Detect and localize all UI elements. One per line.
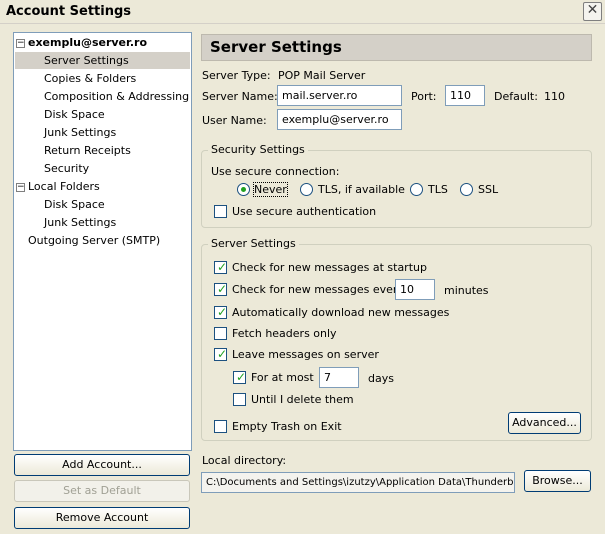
page-title: Server Settings — [201, 34, 592, 61]
default-value: 110 — [544, 90, 565, 103]
tree-item-junk-settings[interactable]: Junk Settings — [44, 124, 116, 141]
tree-item-security[interactable]: Security — [44, 160, 89, 177]
advanced-button[interactable]: Advanced... — [508, 412, 581, 434]
secure-connection-label: Use secure connection: — [211, 165, 340, 178]
default-label: Default: — [494, 90, 538, 103]
empty-trash-checkbox[interactable] — [214, 420, 227, 433]
empty-trash-label[interactable]: Empty Trash on Exit — [232, 420, 342, 433]
user-name-label: User Name: — [202, 114, 267, 127]
leave-on-server-label[interactable]: Leave messages on server — [232, 348, 379, 361]
check-every-label[interactable]: Check for new messages every — [232, 283, 404, 296]
account-tree[interactable]: − exemplu@server.ro Server Settings Copi… — [13, 32, 192, 451]
collapse-icon[interactable]: − — [16, 39, 25, 48]
set-default-button[interactable]: Set as Default — [14, 480, 190, 502]
security-settings-title: Security Settings — [208, 143, 308, 156]
auto-download-label[interactable]: Automatically download new messages — [232, 306, 449, 319]
server-settings-title: Server Settings — [208, 237, 299, 250]
radio-never[interactable] — [237, 183, 250, 196]
radio-tls-label[interactable]: TLS — [428, 183, 448, 196]
server-name-label: Server Name: — [202, 90, 278, 103]
tree-item-composition[interactable]: Composition & Addressing — [44, 88, 189, 105]
check-icon: ✓ — [217, 260, 228, 274]
remove-account-button[interactable]: Remove Account — [14, 507, 190, 529]
check-icon: ✓ — [217, 347, 228, 361]
for-at-most-checkbox[interactable]: ✓ — [233, 370, 247, 384]
port-label: Port: — [411, 90, 437, 103]
title-bar: Account Settings ✕ — [0, 0, 605, 24]
radio-ssl-label[interactable]: SSL — [478, 183, 498, 196]
radio-tls[interactable] — [410, 183, 423, 196]
local-directory-label: Local directory: — [202, 454, 287, 467]
tree-local-folders[interactable]: Local Folders — [28, 178, 100, 195]
check-icon: ✓ — [236, 370, 247, 384]
tree-account[interactable]: exemplu@server.ro — [28, 34, 147, 51]
secure-auth-label[interactable]: Use secure authentication — [232, 205, 376, 218]
radio-ssl[interactable] — [460, 183, 473, 196]
tree-outgoing-server[interactable]: Outgoing Server (SMTP) — [28, 232, 160, 249]
server-type-value: POP Mail Server — [278, 69, 366, 82]
secure-auth-checkbox[interactable] — [214, 205, 227, 218]
window-title: Account Settings — [6, 4, 132, 19]
tree-item-server-settings[interactable]: Server Settings — [44, 52, 129, 69]
close-icon: ✕ — [586, 2, 599, 18]
browse-button[interactable]: Browse... — [524, 470, 591, 492]
tree-item-local-disk-space[interactable]: Disk Space — [44, 196, 105, 213]
check-every-checkbox[interactable]: ✓ — [214, 282, 228, 296]
check-startup-label[interactable]: Check for new messages at startup — [232, 261, 427, 274]
for-at-most-input[interactable]: 7 — [319, 367, 359, 388]
radio-tls-if-available[interactable] — [300, 183, 313, 196]
until-delete-label[interactable]: Until I delete them — [251, 393, 354, 406]
tree-item-copies-folders[interactable]: Copies & Folders — [44, 70, 136, 87]
fetch-headers-checkbox[interactable] — [214, 327, 227, 340]
auto-download-checkbox[interactable]: ✓ — [214, 305, 228, 319]
fetch-headers-label[interactable]: Fetch headers only — [232, 327, 337, 340]
check-icon: ✓ — [217, 305, 228, 319]
for-at-most-label[interactable]: For at most — [251, 371, 314, 384]
port-input[interactable]: 110 — [445, 85, 485, 106]
until-delete-checkbox[interactable] — [233, 393, 246, 406]
leave-on-server-checkbox[interactable]: ✓ — [214, 347, 228, 361]
server-type-label: Server Type: — [202, 69, 271, 82]
server-name-input[interactable]: mail.server.ro — [277, 85, 402, 106]
user-name-input[interactable]: exemplu@server.ro — [277, 109, 402, 130]
close-button[interactable]: ✕ — [583, 2, 602, 21]
collapse-icon[interactable]: − — [16, 183, 25, 192]
local-directory-input[interactable]: C:\Documents and Settings\izutzy\Applica… — [201, 472, 515, 493]
check-every-input[interactable]: 10 — [395, 279, 435, 300]
radio-selected-dot — [241, 187, 246, 192]
add-account-button[interactable]: Add Account... — [14, 454, 190, 476]
days-label: days — [368, 372, 394, 385]
tree-item-return-receipts[interactable]: Return Receipts — [44, 142, 131, 159]
tree-item-disk-space[interactable]: Disk Space — [44, 106, 105, 123]
check-icon: ✓ — [217, 282, 228, 296]
check-startup-checkbox[interactable]: ✓ — [214, 260, 228, 274]
radio-never-label[interactable]: Never — [253, 182, 288, 197]
radio-tls-if-available-label[interactable]: TLS, if available — [318, 183, 405, 196]
minutes-label: minutes — [444, 284, 489, 297]
tree-item-local-junk-settings[interactable]: Junk Settings — [44, 214, 116, 231]
